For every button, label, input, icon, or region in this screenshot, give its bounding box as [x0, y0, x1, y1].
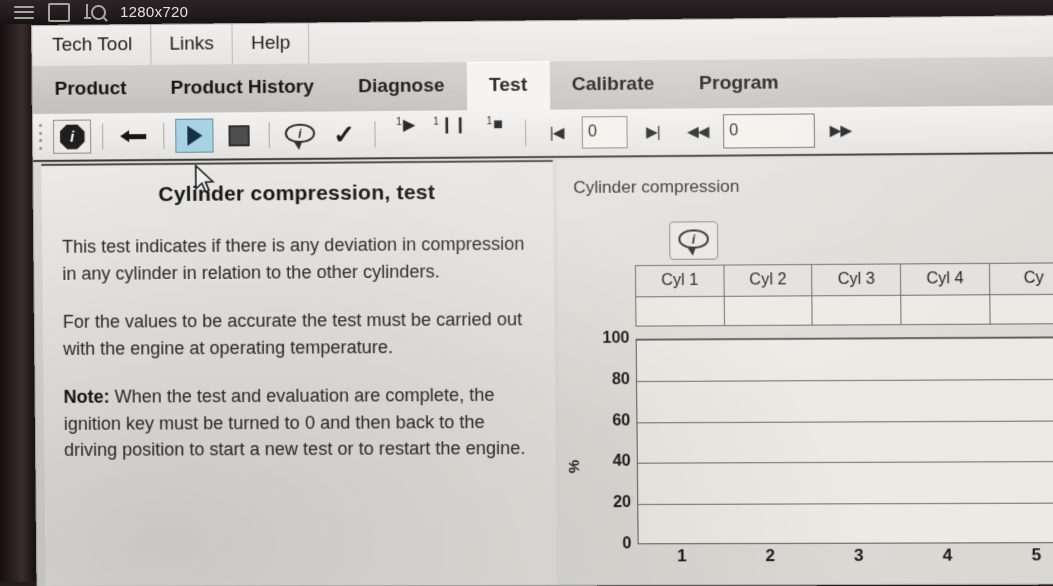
rewind-button[interactable]: ◀◀: [678, 114, 717, 149]
skip-first-icon: |◀: [549, 124, 564, 142]
tab-program[interactable]: Program: [676, 59, 801, 109]
note-label: Note:: [63, 386, 110, 407]
chart-plot-area: [635, 336, 1053, 545]
position-input[interactable]: [722, 113, 816, 149]
info-balloon-icon: i: [678, 229, 709, 256]
x-axis-tick-label: 3: [853, 545, 864, 565]
stop-icon: [227, 124, 250, 146]
tab-diagnose[interactable]: Diagnose: [336, 62, 467, 111]
table-header-row: Cyl 1 Cyl 2 Cyl 3 Cyl 4 Cy: [635, 262, 1053, 297]
next-page-button[interactable]: ▶|: [633, 115, 672, 150]
window-square-icon[interactable]: [48, 2, 70, 22]
step-pause-button[interactable]: 1 ❙❙: [431, 116, 470, 150]
toolbar-separator: [101, 123, 104, 150]
chart-info-button[interactable]: i: [669, 221, 719, 260]
step-stop-superscript: 1: [486, 116, 493, 128]
menu-item-tech-tool[interactable]: Tech Tool: [32, 24, 152, 66]
chart-gridline: [637, 420, 1053, 423]
content-area: Cylinder compression, test This test ind…: [33, 153, 1053, 586]
x-axis-tick-label: 5: [1031, 545, 1042, 565]
forward-icon: ▶▶: [829, 122, 852, 140]
checkmark-icon: ✓: [333, 119, 356, 150]
first-page-button[interactable]: |◀: [537, 115, 576, 150]
y-axis-tick-label: 0: [622, 535, 632, 553]
back-arrow-icon: [120, 130, 147, 143]
cylinder-table: Cyl 1 Cyl 2 Cyl 3 Cyl 4 Cy: [635, 262, 1053, 327]
info-button[interactable]: i: [52, 119, 92, 154]
play-icon: [186, 125, 203, 146]
x-axis-tick-label: 4: [942, 545, 953, 565]
back-button[interactable]: [114, 119, 152, 153]
y-axis-ticks: 0 20 40 60 80 100: [579, 329, 632, 553]
rewind-icon: ◀◀: [686, 123, 709, 141]
toolbar-separator: [524, 119, 527, 147]
step-pause-icon: ❙❙: [439, 116, 468, 134]
confirm-button[interactable]: ✓: [325, 117, 364, 151]
forward-button[interactable]: ▶▶: [821, 113, 860, 148]
tab-test[interactable]: Test: [466, 61, 550, 111]
menu-item-links[interactable]: Links: [151, 24, 234, 65]
step-play-icon: ▶: [402, 116, 416, 134]
chart-title: Cylinder compression: [573, 176, 740, 198]
chart-gridline: [637, 378, 1053, 382]
play-button[interactable]: [175, 118, 214, 153]
instruction-paragraph-2: For the values to be accurate the test m…: [62, 309, 523, 359]
y-axis-tick-label: 80: [611, 370, 631, 389]
instruction-note: Note: When the test and evaluation are c…: [63, 382, 535, 464]
tab-calibrate[interactable]: Calibrate: [549, 60, 677, 109]
x-axis-ticks: 1 2 3 4 5: [638, 545, 1053, 570]
toolbar: i i ✓ 1 ▶ 1 ❙❙ 1 ■ |◀ 0 ▶| ◀◀ 0 ▶▶: [32, 105, 1053, 162]
y-axis-tick-label: 100: [602, 329, 630, 347]
y-axis-tick-label: 40: [612, 453, 631, 471]
table-row: [635, 294, 1053, 327]
menu-item-help[interactable]: Help: [232, 23, 310, 65]
chart-gridline: [637, 461, 1053, 465]
table-header-cyl-3: Cyl 3: [811, 263, 901, 296]
chart-pane: Cylinder compression i Cyl 1 Cyl 2 Cyl 3…: [556, 155, 1053, 585]
table-cell-cyl-4: [900, 294, 990, 325]
measure-magnifier-icon[interactable]: [84, 4, 108, 22]
table-cell-cyl-5: [989, 294, 1053, 325]
skip-next-icon: ▶|: [646, 123, 660, 142]
table-header-cyl-4: Cyl 4: [900, 263, 990, 296]
step-stop-icon: ■: [493, 116, 503, 134]
hamburger-menu-icon[interactable]: [14, 5, 34, 19]
toolbar-separator: [374, 121, 376, 148]
info-balloon-button[interactable]: i: [281, 118, 320, 152]
instructions-pane: Cylinder compression, test This test ind…: [41, 159, 557, 586]
step-pause-superscript: 1: [433, 116, 439, 128]
table-cell-cyl-1: [635, 296, 725, 327]
tech-tool-window: Tech Tool Links Help Product Product His…: [32, 15, 1053, 586]
page-title: Cylinder compression, test: [158, 180, 436, 207]
stop-button[interactable]: [219, 118, 258, 152]
chart-gridline: [638, 502, 1053, 506]
y-axis-tick-label: 60: [612, 411, 631, 430]
step-play-button[interactable]: 1 ▶: [386, 117, 425, 151]
toolbar-separator: [163, 122, 165, 149]
tab-product[interactable]: Product: [32, 65, 148, 114]
y-axis-tick-label: 20: [612, 494, 632, 512]
step-play-superscript: 1: [396, 116, 402, 129]
toolbar-grip[interactable]: [38, 123, 45, 150]
page-input[interactable]: [581, 116, 628, 149]
tab-product-history[interactable]: Product History: [148, 63, 336, 113]
step-stop-button[interactable]: 1 ■: [475, 116, 514, 151]
table-cell-cyl-2: [723, 295, 813, 326]
info-balloon-icon: i: [284, 123, 316, 150]
note-text: When the test and evaluation are complet…: [63, 384, 526, 460]
resolution-label: 1280x720: [120, 3, 189, 21]
chart-gridline: [636, 337, 1053, 341]
toolbar-separator: [268, 122, 270, 149]
instruction-paragraph-1: This test indicates if there is any devi…: [62, 233, 525, 284]
table-header-cyl-2: Cyl 2: [723, 264, 813, 297]
table-header-cyl-5: Cy: [989, 262, 1053, 295]
x-axis-tick-label: 2: [765, 545, 776, 566]
x-axis-tick-label: 1: [676, 546, 687, 566]
table-header-cyl-1: Cyl 1: [635, 265, 724, 297]
info-octagon-icon: i: [59, 124, 84, 149]
table-cell-cyl-3: [812, 295, 902, 326]
